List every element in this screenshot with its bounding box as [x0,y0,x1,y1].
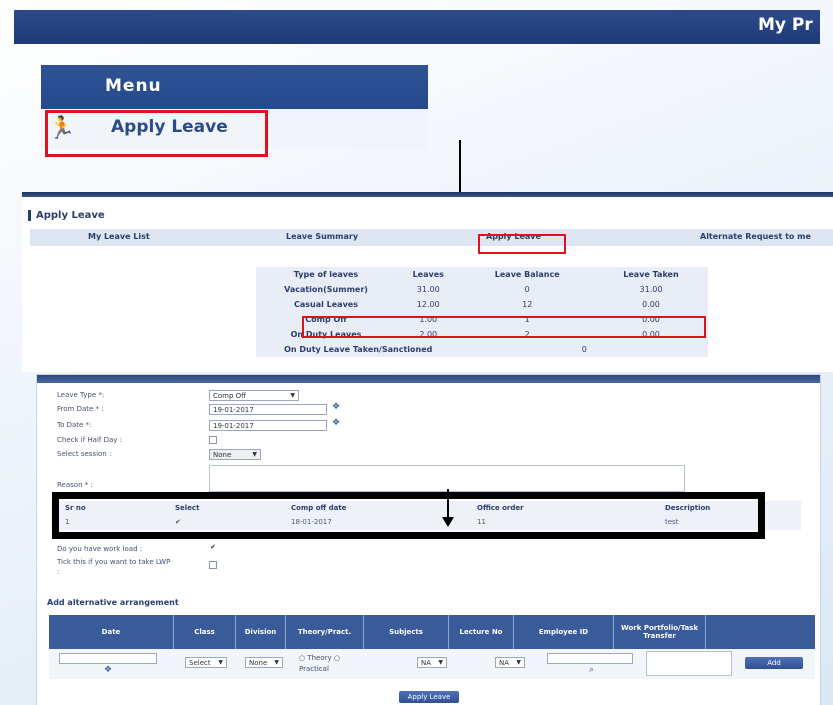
header-balance: Leave Balance [494,270,560,279]
alt-header-date: Date [49,615,174,649]
chevron-down-icon: ▼ [252,451,257,458]
table-row: Vacation(Summer) 31.00 0 31.00 [256,282,708,297]
apply-leave-button[interactable]: Apply Leave [399,691,459,703]
arrow-line [459,140,461,200]
leave-summary-table: Type of leaves Leaves Leave Balance Leav… [256,267,708,357]
nav-my-leave-list[interactable]: My Leave List [88,232,150,241]
row-taken: 31.00 [639,285,663,294]
alt-header-subjects: Subjects [364,615,449,649]
alt-division-select[interactable]: None ▼ [245,657,283,668]
row-leaves: 31.00 [416,285,440,294]
apply-leave-form: Leave Type *: Comp Off ▼ From Date * : 1… [36,374,821,705]
alt-theory-radio[interactable]: ○ Theory ○ [299,654,340,662]
from-date-label: From Date * : [57,405,104,413]
alt-work-textarea[interactable] [646,651,732,676]
half-day-checkbox[interactable] [209,436,217,444]
leave-summary-panel: Apply Leave My Leave List Leave Summary … [22,192,833,372]
row-balance: 12 [522,300,533,309]
session-value: None [213,451,232,459]
alt-arrangement-title: Add alternative arrangement [47,598,179,607]
alt-table-row: ❖ Select ▼ None ▼ ○ Theory ○ Practical N… [49,649,815,679]
row-type: Casual Leaves [294,300,358,309]
alt-class-value: Select [189,659,211,667]
header-taken: Leave Taken [623,270,679,279]
alt-employee-input[interactable] [547,653,633,664]
alt-division-value: None [249,659,268,667]
table-row: Casual Leaves 12.00 12 0.00 [256,297,708,312]
leave-type-value: Comp Off [213,392,246,400]
add-button[interactable]: Add [745,657,803,669]
alt-practical-label: Practical [299,665,329,673]
alt-header-action [706,615,815,649]
calendar-icon[interactable]: ❖ [332,402,340,412]
lwp-checkbox[interactable] [209,561,217,569]
alt-lecture-select[interactable]: NA ▼ [495,657,525,668]
leave-type-select[interactable]: Comp Off ▼ [209,390,299,401]
alt-header-lecture: Lecture No [449,615,514,649]
header-type: Type of leaves [293,270,359,279]
chevron-down-icon: ▼ [438,659,443,666]
from-date-input[interactable]: 19-01-2017 [209,404,327,415]
alt-lecture-value: NA [499,659,510,667]
menu-header: Menu [41,65,428,109]
alt-header-work: Work Portfolio/Task Transfer [614,615,706,649]
highlight-box-comp-off [302,316,706,338]
work-load-label: Do you have work load : [57,545,143,553]
lwp-label-colon: : [57,568,60,576]
session-label: Select session : [57,450,112,458]
row-taken: 0.00 [642,300,660,309]
alt-header-class: Class [174,615,236,649]
table-row: On Duty Leave Taken/Sanctioned 0 [256,342,708,357]
alt-subject-value: NA [421,659,432,667]
calendar-icon[interactable]: ❖ [104,665,112,675]
alt-header-division: Division [236,615,286,649]
nav-alternate-request[interactable]: Alternate Request to me [700,232,811,241]
calendar-icon[interactable]: ❖ [332,418,340,428]
chevron-down-icon: ▼ [274,659,279,666]
to-date-label: To Date *: [57,421,92,429]
header-leaves: Leaves [412,270,444,279]
chevron-down-icon: ▼ [516,659,521,666]
leave-type-label: Leave Type *: [57,391,105,399]
chevron-down-icon: ▼ [218,659,223,666]
page-title: My Pr [758,15,813,35]
highlight-box-apply-tab [478,234,566,254]
session-select[interactable]: None ▼ [209,449,261,460]
row-type: Vacation(Summer) [284,285,368,294]
row-balance: 0 [524,285,530,294]
alt-date-input[interactable] [59,653,157,664]
chevron-down-icon: ▼ [290,392,295,399]
leave-nav: My Leave List Leave Summary Apply Leave … [30,229,833,246]
to-date-input[interactable]: 19-01-2017 [209,420,327,431]
arrow-line [447,489,449,519]
highlight-box-menu [45,110,268,157]
reason-textarea[interactable] [209,465,685,492]
row-leaves: 12.00 [416,300,440,309]
half-day-label: Check if Half Day : [57,436,122,444]
reason-label: Reason * : [57,481,93,489]
panel-stripe [22,192,833,197]
duty-taken-label: On Duty Leave Taken/Sanctioned [284,345,433,354]
table-header-row: Type of leaves Leaves Leave Balance Leav… [256,267,708,282]
apply-leave-title: Apply Leave [28,210,105,221]
alt-header-theory: Theory/Pract. [286,615,364,649]
alt-subject-select[interactable]: NA ▼ [417,657,447,668]
alt-table-header: Date Class Division Theory/Pract. Subjec… [49,615,815,649]
nav-leave-summary[interactable]: Leave Summary [286,232,358,241]
search-icon[interactable]: ⌕ [589,665,594,675]
duty-taken-value: 0 [581,345,587,354]
alt-header-employee: Employee ID [514,615,614,649]
top-header-bar: My Pr [14,10,820,44]
alt-theory-label: Theory [307,654,332,662]
arrow-down-icon [442,517,454,527]
lwp-label: Tick this if you want to take LWP [57,558,171,566]
work-load-checkbox[interactable]: ✔ [209,544,217,552]
highlight-box-comp-off-table [52,492,765,539]
form-stripe [37,375,820,383]
alt-class-select[interactable]: Select ▼ [185,657,227,668]
